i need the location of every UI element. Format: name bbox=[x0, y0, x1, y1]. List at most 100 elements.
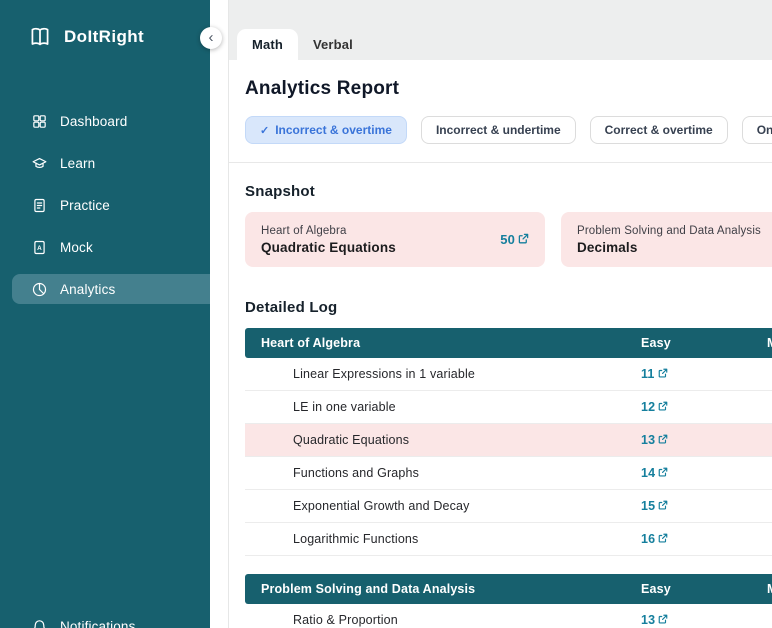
tab-math[interactable]: Math bbox=[237, 29, 298, 60]
filter-chip-incorrect-undertime[interactable]: ✓ Incorrect & undertime bbox=[421, 116, 576, 144]
log-column-medium: Medium bbox=[767, 336, 772, 350]
filter-chips: ✓ Incorrect & overtime ✓ Incorrect & und… bbox=[245, 116, 772, 144]
count-value: 15 bbox=[641, 499, 655, 513]
question-count-link[interactable]: 15 bbox=[641, 499, 668, 513]
external-link-icon bbox=[658, 434, 668, 444]
tab-bar: Math Verbal bbox=[229, 0, 772, 60]
dashboard-icon bbox=[30, 112, 48, 130]
log-column-easy: Easy bbox=[641, 582, 767, 596]
sidebar-collapse-button[interactable]: ‹ bbox=[200, 27, 222, 49]
card-category: Problem Solving and Data Analysis bbox=[577, 225, 761, 237]
main-content: Math Verbal Analytics Report ✓ Incorrect… bbox=[228, 0, 772, 628]
question-count-link[interactable]: 12 bbox=[641, 400, 668, 414]
question-count-link[interactable]: 13 bbox=[641, 433, 668, 447]
analytics-page: Analytics Report ✓ Incorrect & overtime … bbox=[229, 60, 772, 628]
logo-text: DoItRight bbox=[64, 27, 144, 47]
log-section-heart-of-algebra: Heart of Algebra Easy Medium Linear Expr… bbox=[245, 328, 772, 556]
card-topic: Quadratic Equations bbox=[261, 240, 396, 255]
tab-label: Verbal bbox=[313, 37, 353, 52]
check-icon: ✓ bbox=[260, 124, 269, 137]
log-row-topic: Quadratic Equations bbox=[245, 433, 641, 447]
sidebar-item-mock[interactable]: A Mock bbox=[0, 226, 210, 268]
log-column-easy: Easy bbox=[641, 336, 767, 350]
nav-label: Mock bbox=[60, 240, 93, 255]
log-row: Ratio & Proportion 13 bbox=[245, 604, 772, 628]
log-row-count-cell: 11 bbox=[641, 367, 767, 381]
card-info: Heart of Algebra Quadratic Equations bbox=[261, 225, 396, 255]
log-row-count-cell: 14 bbox=[641, 466, 767, 480]
external-link-icon bbox=[658, 533, 668, 543]
count-value: 16 bbox=[641, 532, 655, 546]
graduation-cap-icon bbox=[30, 154, 48, 172]
sidebar-item-dashboard[interactable]: Dashboard bbox=[0, 100, 210, 142]
log-row-topic: Ratio & Proportion bbox=[245, 613, 641, 627]
snapshot-title: Snapshot bbox=[245, 183, 772, 200]
filter-chip-correct-overtime[interactable]: ✓ Correct & overtime bbox=[590, 116, 728, 144]
question-count-link[interactable]: 13 bbox=[641, 613, 668, 627]
divider bbox=[229, 162, 772, 163]
log-row-count-cell: 13 bbox=[641, 433, 767, 447]
log-rows: Ratio & Proportion 13 bbox=[245, 604, 772, 628]
nav-label: Learn bbox=[60, 156, 95, 171]
log-row-topic: Exponential Growth and Decay bbox=[245, 499, 641, 513]
external-link-icon bbox=[658, 368, 668, 378]
chip-label: Correct & overtime bbox=[605, 123, 713, 137]
card-count-link[interactable]: 50 bbox=[500, 232, 529, 247]
log-row: Quadratic Equations 13 bbox=[245, 424, 772, 457]
sidebar-item-analytics[interactable]: Analytics bbox=[12, 274, 210, 304]
bell-icon bbox=[30, 617, 48, 628]
sidebar-item-notifications[interactable]: Notifications bbox=[0, 605, 210, 628]
chevron-left-icon: ‹ bbox=[209, 30, 214, 45]
count-value: 13 bbox=[641, 433, 655, 447]
tab-label: Math bbox=[252, 37, 283, 52]
snapshot-card-decimals: Problem Solving and Data Analysis Decima… bbox=[561, 212, 772, 267]
log-row-count-cell: 12 bbox=[641, 400, 767, 414]
logo: DoItRight bbox=[0, 0, 210, 50]
log-row-topic: LE in one variable bbox=[245, 400, 641, 414]
question-count-link[interactable]: 11 bbox=[641, 367, 668, 381]
snapshot-card-quadratic-equations: Heart of Algebra Quadratic Equations 50 bbox=[245, 212, 545, 267]
filter-chip-only-incorrect[interactable]: ✓ Only Incorrect bbox=[742, 116, 772, 144]
external-link-icon bbox=[518, 233, 529, 244]
question-count-link[interactable]: 16 bbox=[641, 532, 668, 546]
chip-label: Only Incorrect bbox=[757, 123, 772, 137]
snapshot-cards: Heart of Algebra Quadratic Equations 50 bbox=[245, 212, 772, 267]
card-topic: Decimals bbox=[577, 240, 761, 255]
count-value: 11 bbox=[641, 367, 655, 381]
sidebar-item-learn[interactable]: Learn bbox=[0, 142, 210, 184]
log-section-header: Problem Solving and Data Analysis Easy M… bbox=[245, 574, 772, 604]
tab-verbal[interactable]: Verbal bbox=[298, 29, 368, 60]
log-row: LE in one variable 12 bbox=[245, 391, 772, 424]
log-section-problem-solving: Problem Solving and Data Analysis Easy M… bbox=[245, 574, 772, 628]
log-row: Exponential Growth and Decay 15 bbox=[245, 490, 772, 523]
external-link-icon bbox=[658, 614, 668, 624]
count-value: 14 bbox=[641, 466, 655, 480]
svg-text:A: A bbox=[37, 244, 42, 251]
log-section-name: Problem Solving and Data Analysis bbox=[245, 582, 641, 596]
analytics-pie-icon bbox=[30, 280, 48, 298]
count-value: 12 bbox=[641, 400, 655, 414]
question-count-link[interactable]: 14 bbox=[641, 466, 668, 480]
detailed-log-title: Detailed Log bbox=[245, 299, 772, 316]
filter-chip-incorrect-overtime[interactable]: ✓ Incorrect & overtime bbox=[245, 116, 407, 144]
log-row-count-cell: 15 bbox=[641, 499, 767, 513]
sidebar-nav: Dashboard Learn Practice bbox=[0, 100, 210, 310]
chip-label: Incorrect & undertime bbox=[436, 123, 561, 137]
nav-label: Analytics bbox=[60, 282, 115, 297]
detailed-log: Heart of Algebra Easy Medium Linear Expr… bbox=[245, 328, 772, 628]
log-row: Logarithmic Functions 16 bbox=[245, 523, 772, 556]
nav-label: Notifications bbox=[60, 619, 135, 628]
count-value: 13 bbox=[641, 613, 655, 627]
log-rows: Linear Expressions in 1 variable 11 bbox=[245, 358, 772, 556]
log-column-medium: Medium bbox=[767, 582, 772, 596]
nav-label: Practice bbox=[60, 198, 110, 213]
page-title: Analytics Report bbox=[245, 78, 772, 100]
log-row-topic: Logarithmic Functions bbox=[245, 532, 641, 546]
log-row-topic: Functions and Graphs bbox=[245, 466, 641, 480]
external-link-icon bbox=[658, 401, 668, 411]
card-category: Heart of Algebra bbox=[261, 225, 396, 237]
sidebar-item-practice[interactable]: Practice bbox=[0, 184, 210, 226]
practice-worksheet-icon bbox=[30, 196, 48, 214]
external-link-icon bbox=[658, 467, 668, 477]
log-row: Functions and Graphs 14 bbox=[245, 457, 772, 490]
